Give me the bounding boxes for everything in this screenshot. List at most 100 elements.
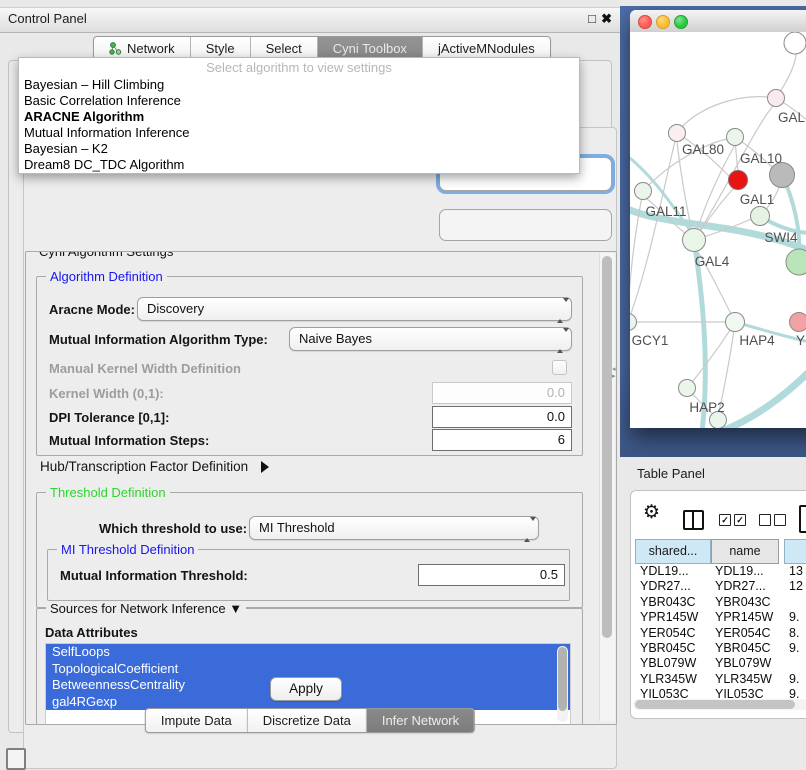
- edge-group-teal: [630, 152, 806, 428]
- close-icon[interactable]: ✖: [601, 11, 612, 27]
- cyni-algorithm-settings-group: Cyni Algorithm Settings Algorithm Defini…: [25, 251, 617, 725]
- restore-panel-icon[interactable]: [6, 748, 26, 770]
- mi-steps-label: Mutual Information Steps:: [49, 433, 209, 448]
- mi-steps-input[interactable]: 6: [432, 429, 572, 451]
- kernel-width-input[interactable]: 0.0: [432, 382, 572, 404]
- list-scrollbar[interactable]: [557, 646, 568, 722]
- node-gal80[interactable]: [669, 125, 686, 142]
- tab-impute-data[interactable]: Impute Data: [146, 709, 248, 732]
- tab-infer-network[interactable]: Infer Network: [367, 709, 474, 732]
- control-panel-titlebar: Control Panel □ ✖: [0, 7, 620, 33]
- manual-kernel-label: Manual Kernel Width Definition: [49, 361, 241, 376]
- mi-threshold-label: Mutual Information Threshold:: [60, 568, 248, 583]
- table-row[interactable]: YDL19... YDL19... 13: [631, 564, 806, 579]
- columns-icon[interactable]: [683, 510, 704, 530]
- settings-scrollbar[interactable]: [599, 253, 615, 721]
- table-row[interactable]: YIL053C YIL053C 9.: [631, 687, 806, 698]
- network-window[interactable]: GAL GAL80 GAL10 GAL1 GAL11 SWI4 GAL4 GCY…: [630, 10, 806, 428]
- column-header-name[interactable]: name: [711, 539, 779, 564]
- aracne-mode-select[interactable]: Discovery: [137, 297, 572, 321]
- node-gcy1[interactable]: [630, 314, 637, 331]
- table-scrollbar-thumb[interactable]: [635, 700, 795, 709]
- algorithm-definition-group: Algorithm Definition Aracne Mode: Discov…: [36, 276, 583, 456]
- node[interactable]: [784, 32, 806, 54]
- apply-button[interactable]: Apply: [270, 677, 342, 701]
- table-horizontal-scrollbar[interactable]: [633, 699, 806, 710]
- list-item[interactable]: SelfLoops: [46, 644, 570, 661]
- menu-item[interactable]: Mutual Information Inference: [19, 125, 579, 141]
- settings-scrollbar-thumb[interactable]: [602, 256, 612, 638]
- which-threshold-select[interactable]: MI Threshold: [249, 516, 539, 540]
- table-row[interactable]: YDR27... YDR27... 12: [631, 579, 806, 594]
- menu-item-selected[interactable]: ARACNE Algorithm: [19, 109, 579, 125]
- which-threshold-value: MI Threshold: [259, 520, 335, 535]
- algorithm-dropdown-popup: Select algorithm to view settings Bayesi…: [18, 57, 580, 174]
- stepper-arrows-icon: [557, 302, 564, 316]
- table-row[interactable]: YBR043C YBR043C: [631, 595, 806, 610]
- deselect-checkbox-icon[interactable]: [774, 514, 786, 526]
- aracne-mode-value: Discovery: [147, 301, 204, 316]
- node-gray[interactable]: [770, 163, 795, 188]
- deselect-checkbox-icon[interactable]: [759, 514, 771, 526]
- document-icon[interactable]: [799, 505, 806, 533]
- table-row[interactable]: YLR345W YLR345W 9.: [631, 672, 806, 687]
- menu-item[interactable]: Dream8 DC_TDC Algorithm: [19, 157, 579, 173]
- node-green[interactable]: [786, 249, 806, 275]
- hub-definition-toggle[interactable]: Hub/Transcription Factor Definition: [40, 458, 269, 476]
- table-row[interactable]: YBR045C YBR045C 9.: [631, 641, 806, 656]
- data-attributes-label: Data Attributes: [45, 625, 138, 640]
- gear-icon[interactable]: ⚙: [643, 501, 660, 524]
- menu-item[interactable]: Basic Correlation Inference: [19, 93, 579, 109]
- select-all-checkbox-icon[interactable]: ✓: [734, 514, 746, 526]
- node-hap4[interactable]: [726, 313, 745, 332]
- zoom-traffic-light-icon[interactable]: [674, 15, 688, 29]
- table-panel-area: Table Panel ⚙ ✓ ✓ shared... name YDL19..…: [620, 457, 806, 762]
- table-row[interactable]: YER054C YER054C 8.: [631, 626, 806, 641]
- node-salmon[interactable]: [790, 313, 806, 332]
- bottom-tab-bar: Impute Data Discretize Data Infer Networ…: [145, 708, 475, 733]
- node-label: Y: [796, 333, 805, 348]
- list-item[interactable]: TopologicalCoefficient: [46, 661, 570, 678]
- manual-kernel-checkbox[interactable]: [552, 360, 567, 375]
- network-icon: [109, 42, 122, 55]
- close-traffic-light-icon[interactable]: [638, 15, 652, 29]
- network-view-area: GAL GAL80 GAL10 GAL1 GAL11 SWI4 GAL4 GCY…: [620, 6, 806, 457]
- sources-group-title[interactable]: Sources for Network Inference ▼: [46, 601, 246, 616]
- menu-item[interactable]: Bayesian – K2: [19, 141, 579, 157]
- tab-discretize-data[interactable]: Discretize Data: [248, 709, 367, 732]
- table-row[interactable]: YPR145W YPR145W 9.: [631, 610, 806, 625]
- float-icon[interactable]: □: [588, 11, 596, 26]
- stepper-arrows-icon: [524, 521, 531, 535]
- node-gal11[interactable]: [635, 183, 652, 200]
- select-all-checkbox-icon[interactable]: ✓: [719, 514, 731, 526]
- mi-type-select[interactable]: Naive Bayes: [289, 327, 572, 351]
- column-header-shared[interactable]: shared...: [635, 539, 711, 564]
- secondary-combo-edge[interactable]: [439, 209, 612, 241]
- node-gal10[interactable]: [727, 129, 744, 146]
- node-gal1-selected[interactable]: [729, 171, 748, 190]
- node[interactable]: [768, 90, 785, 107]
- node-label: GAL80: [682, 142, 724, 157]
- mi-type-label: Mutual Information Algorithm Type:: [49, 332, 268, 347]
- node-swi4[interactable]: [751, 207, 770, 226]
- node-label: GAL1: [740, 192, 775, 207]
- node-gal4[interactable]: [683, 229, 706, 252]
- dpi-tolerance-input[interactable]: 0.0: [432, 406, 572, 428]
- minimize-traffic-light-icon[interactable]: [656, 15, 670, 29]
- list-scrollbar-thumb[interactable]: [558, 647, 567, 711]
- mi-threshold-input[interactable]: 0.5: [418, 564, 565, 586]
- menu-item[interactable]: Bayesian – Hill Climbing: [19, 77, 579, 93]
- stepper-arrows-icon: [557, 332, 564, 346]
- node-hap2[interactable]: [679, 380, 696, 397]
- network-window-titlebar[interactable]: [630, 10, 806, 33]
- settings-group-title: Cyni Algorithm Settings: [35, 251, 177, 259]
- column-header-partial[interactable]: [784, 539, 806, 564]
- table-row[interactable]: YBL079W YBL079W: [631, 656, 806, 671]
- table-card: ⚙ ✓ ✓ shared... name YDL19... YDL19... 1…: [630, 490, 806, 719]
- kernel-width-label: Kernel Width (0,1):: [49, 386, 164, 401]
- dpi-tolerance-label: DPI Tolerance [0,1]:: [49, 410, 169, 425]
- network-canvas[interactable]: GAL GAL80 GAL10 GAL1 GAL11 SWI4 GAL4 GCY…: [630, 32, 806, 428]
- node-label: GAL: [778, 110, 806, 125]
- tab-network-label: Network: [127, 41, 175, 56]
- panel-splitter-handle[interactable]: ◂▸: [612, 366, 618, 380]
